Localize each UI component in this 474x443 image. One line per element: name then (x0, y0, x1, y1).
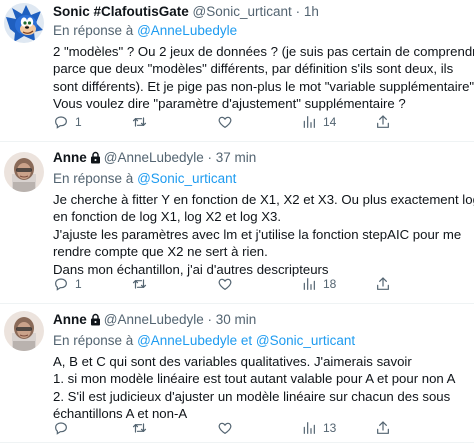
tweet-header: Sonic #ClafoutisGate @Sonic_urticant · 1… (53, 3, 466, 21)
retweet-button[interactable] (131, 114, 154, 130)
share-button[interactable] (375, 276, 391, 292)
share-icon (375, 114, 391, 130)
separator-dot: · (203, 312, 216, 327)
tweet-text-line: Je cherche à fitter Y en fonction de X1,… (53, 192, 474, 207)
tweet-text-line: 2. S'il est judicieux d'ajuster un modèl… (53, 388, 451, 404)
tweet-body: Sonic #ClafoutisGate @Sonic_urticant · 1… (53, 3, 474, 113)
author-name[interactable]: Anne (53, 312, 87, 327)
views-button[interactable]: 18 (301, 276, 336, 292)
reply-count: 1 (75, 115, 82, 129)
tweet-actions: 1 14 (53, 114, 466, 134)
heart-icon (217, 420, 233, 436)
like-button[interactable] (217, 114, 239, 130)
separator-dot: · (203, 150, 216, 165)
reply-mention-link[interactable]: @AnneLubedyle (137, 333, 237, 348)
tweet[interactable]: Anne @AnneLubedyle · 30 min En réponse à @… (0, 303, 474, 443)
views-icon (301, 276, 317, 292)
like-button[interactable] (217, 276, 239, 292)
author-name[interactable]: Anne (53, 150, 87, 165)
reply-mention-link[interactable]: @Sonic_urticant (256, 333, 355, 348)
author-handle[interactable]: @AnneLubedyle (104, 312, 204, 327)
tweet-body: Anne @AnneLubedyle · 37 min En réponse à @… (53, 149, 474, 278)
tweet-text-line: 1. si mon modèle linéaire est tout autan… (53, 371, 456, 387)
author-handle[interactable]: @Sonic_urticant (193, 4, 292, 19)
tweet-text: Je cherche à fitter Y en fonction de X1,… (53, 191, 474, 278)
reply-icon (53, 114, 69, 130)
tweet-text-line: Vous voulez dire "paramètre d'ajustement… (53, 96, 406, 112)
tweet-timestamp[interactable]: 37 min (216, 150, 257, 165)
tweet-header: Anne @AnneLubedyle · 30 min (53, 311, 466, 331)
avatar[interactable] (4, 311, 44, 351)
reply-icon (53, 276, 69, 292)
views-icon (301, 420, 317, 436)
reply-button[interactable]: 1 (53, 114, 82, 130)
tweet-text: 2 "modèles" ? Ou 2 jeux de données ? (je… (53, 43, 474, 113)
share-icon (375, 276, 391, 292)
tweet-text-line: sont différents). Et je pige pas non-plu… (53, 78, 474, 94)
tweet[interactable]: Anne @AnneLubedyle · 37 min En réponse à @… (0, 141, 474, 304)
reply-prefix: En réponse à (53, 333, 134, 348)
tweet-actions: 13 (53, 420, 466, 440)
views-count: 14 (323, 115, 337, 129)
tweet-text-line: A, B et C qui sont des variables qualita… (53, 354, 412, 369)
tweet-header: Anne @AnneLubedyle · 37 min (53, 149, 466, 169)
tweet-actions: 1 18 (53, 276, 466, 296)
reply-icon (53, 420, 69, 436)
share-button[interactable] (375, 420, 391, 436)
share-button[interactable] (375, 114, 391, 130)
lock-icon (90, 151, 101, 169)
views-count: 18 (323, 277, 337, 291)
like-button[interactable] (217, 420, 239, 436)
tweet[interactable]: Sonic #ClafoutisGate @Sonic_urticant · 1… (0, 0, 474, 142)
retweet-icon (131, 276, 148, 292)
reply-button[interactable] (53, 420, 75, 436)
tweet-text-line: en fonction de log X1, log X2 et log X3. (53, 209, 282, 225)
reply-prefix: En réponse à (53, 171, 134, 186)
reply-mention-link[interactable]: @AnneLubedyle (137, 23, 237, 38)
reply-mention-link[interactable]: @Sonic_urticant (137, 171, 236, 186)
author-handle[interactable]: @AnneLubedyle (104, 150, 204, 165)
tweet-text: A, B et C qui sont des variables qualita… (53, 353, 466, 423)
retweet-icon (131, 114, 148, 130)
retweet-button[interactable] (131, 420, 154, 436)
heart-icon (217, 276, 233, 292)
retweet-button[interactable] (131, 276, 154, 292)
views-button[interactable]: 13 (301, 420, 336, 436)
reply-context: En réponse à @Sonic_urticant (53, 170, 466, 188)
views-icon (301, 114, 317, 130)
tweet-text-line: J'ajuste les paramètres avec lm et j'uti… (53, 226, 462, 242)
author-name[interactable]: Sonic #ClafoutisGate (53, 4, 189, 19)
share-icon (375, 420, 391, 436)
lock-icon (90, 313, 101, 331)
separator-dot: · (291, 4, 304, 19)
tweet-text-line: rendre compte que X2 ne sert à rien. (53, 244, 268, 260)
reply-context: En réponse à @AnneLubedyle et @Sonic_urt… (53, 332, 466, 350)
tweet-timestamp[interactable]: 30 min (216, 312, 257, 327)
views-button[interactable]: 14 (301, 114, 336, 130)
reply-joiner: et (240, 333, 253, 348)
tweet-timestamp[interactable]: 1h (304, 4, 319, 19)
avatar[interactable] (4, 152, 44, 192)
avatar[interactable] (4, 3, 44, 43)
tweet-text-line: 2 "modèles" ? Ou 2 jeux de données ? (je… (53, 44, 474, 59)
reply-context: En réponse à @AnneLubedyle (53, 22, 466, 40)
reply-prefix: En réponse à (53, 23, 134, 38)
reply-count: 1 (75, 277, 82, 291)
heart-icon (217, 114, 233, 130)
views-count: 13 (323, 421, 337, 435)
reply-button[interactable]: 1 (53, 276, 82, 292)
tweet-body: Anne @AnneLubedyle · 30 min En réponse à @… (53, 311, 466, 423)
retweet-icon (131, 420, 148, 436)
tweet-text-line: parce que deux "modèles" différents, par… (53, 61, 454, 77)
